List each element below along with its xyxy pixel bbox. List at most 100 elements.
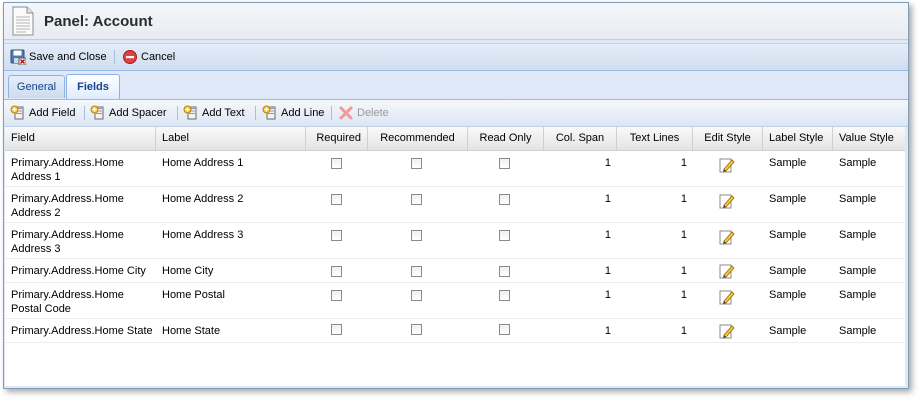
cancel-button[interactable]: Cancel	[122, 49, 175, 65]
required-checkbox[interactable]	[331, 158, 342, 169]
cell-col-span: 1	[604, 325, 611, 337]
add-text-button[interactable]: Add Text	[183, 105, 245, 121]
read-only-checkbox[interactable]	[499, 266, 510, 277]
table-row[interactable]: Primary.Address.Home Postal Code Home Po…	[5, 283, 905, 319]
delete-icon	[339, 106, 353, 120]
add-field-button[interactable]: Add Field	[10, 105, 75, 121]
cell-label-style: Sample	[769, 265, 807, 277]
column-header-required[interactable]: Required	[306, 127, 368, 150]
column-header-col-span[interactable]: Col. Span	[544, 127, 617, 150]
cell-label: Home Address 1	[162, 157, 244, 169]
column-header-text-lines[interactable]: Text Lines	[617, 127, 693, 150]
cell-value-style: Sample	[839, 229, 877, 241]
column-header-edit-style[interactable]: Edit Style	[693, 127, 763, 150]
table-row[interactable]: Primary.Address.Home Address 3 Home Addr…	[5, 223, 905, 259]
document-icon	[12, 6, 34, 36]
cell-label: Home City	[162, 265, 214, 277]
table-row[interactable]: Primary.Address.Home City Home City 1 1 …	[5, 259, 905, 283]
cell-value-style: Sample	[839, 289, 877, 301]
cell-col-span: 1	[604, 265, 611, 277]
cell-field: Primary.Address.Home Address 1	[11, 157, 124, 183]
cell-field: Primary.Address.Home Address 2	[11, 193, 124, 219]
toolbar-divider	[114, 50, 115, 64]
cell-label: Home Address 2	[162, 193, 244, 205]
column-header-value-style[interactable]: Value Style	[833, 127, 905, 150]
read-only-checkbox[interactable]	[499, 230, 510, 241]
pencil-icon[interactable]	[719, 323, 735, 339]
required-checkbox[interactable]	[331, 194, 342, 205]
pencil-icon[interactable]	[719, 229, 735, 245]
cell-label: Home State	[162, 325, 221, 337]
required-checkbox[interactable]	[331, 290, 342, 301]
cell-field: Primary.Address.Home Postal Code	[11, 289, 124, 315]
recommended-checkbox[interactable]	[411, 230, 422, 241]
toolbar-divider	[177, 106, 178, 120]
cell-text-lines: 1	[680, 289, 687, 301]
toolbar-divider	[331, 106, 332, 120]
save-close-label: Save and Close	[29, 51, 107, 63]
panel-header: Panel: Account	[4, 3, 908, 40]
read-only-checkbox[interactable]	[499, 158, 510, 169]
add-line-icon	[262, 105, 276, 120]
cell-label-style: Sample	[769, 229, 807, 241]
cell-text-lines: 1	[680, 157, 687, 169]
pencil-icon[interactable]	[719, 193, 735, 209]
save-close-icon	[10, 49, 26, 65]
delete-button[interactable]: Delete	[338, 105, 389, 121]
required-checkbox[interactable]	[331, 324, 342, 335]
column-header-read-only[interactable]: Read Only	[468, 127, 544, 150]
cell-label-style: Sample	[769, 157, 807, 169]
read-only-checkbox[interactable]	[499, 324, 510, 335]
cell-label: Home Address 3	[162, 229, 244, 241]
cell-text-lines: 1	[680, 229, 687, 241]
cell-label-style: Sample	[769, 325, 807, 337]
column-header-label[interactable]: Label	[156, 127, 306, 150]
cell-col-span: 1	[604, 193, 611, 205]
save-close-button[interactable]: Save and Close	[10, 49, 107, 65]
recommended-checkbox[interactable]	[411, 194, 422, 205]
cell-col-span: 1	[604, 289, 611, 301]
add-field-label: Add Field	[29, 107, 76, 119]
read-only-checkbox[interactable]	[499, 290, 510, 301]
pencil-icon[interactable]	[719, 263, 735, 279]
delete-label: Delete	[357, 107, 389, 119]
column-header-label-style[interactable]: Label Style	[763, 127, 833, 150]
add-text-label: Add Text	[202, 107, 245, 119]
read-only-checkbox[interactable]	[499, 194, 510, 205]
pencil-icon[interactable]	[719, 157, 735, 173]
add-line-button[interactable]: Add Line	[262, 105, 324, 121]
cell-label: Home Postal	[162, 289, 225, 301]
required-checkbox[interactable]	[331, 230, 342, 241]
tab-general[interactable]: General	[8, 75, 65, 98]
cell-value-style: Sample	[839, 157, 877, 169]
cell-col-span: 1	[604, 229, 611, 241]
add-text-icon	[183, 105, 197, 120]
table-row[interactable]: Primary.Address.Home State Home State 1 …	[5, 319, 905, 343]
table-row[interactable]: Primary.Address.Home Address 1 Home Addr…	[5, 151, 905, 187]
column-header-recommended[interactable]: Recommended	[368, 127, 468, 150]
cell-text-lines: 1	[680, 265, 687, 277]
add-line-label: Add Line	[281, 107, 325, 119]
grid-header: Field Label Required Recommended Read On…	[5, 127, 905, 151]
add-spacer-icon	[90, 105, 104, 120]
cancel-label: Cancel	[141, 51, 176, 63]
add-spacer-button[interactable]: Add Spacer	[90, 105, 166, 121]
cancel-icon	[123, 50, 137, 64]
recommended-checkbox[interactable]	[411, 324, 422, 335]
panel-window: Panel: Account Save and Close Cancel Gen…	[3, 2, 909, 389]
recommended-checkbox[interactable]	[411, 158, 422, 169]
table-row[interactable]: Primary.Address.Home Address 2 Home Addr…	[5, 187, 905, 223]
pencil-icon[interactable]	[719, 289, 735, 305]
cell-value-style: Sample	[839, 193, 877, 205]
toolbar-divider	[84, 106, 85, 120]
cell-text-lines: 1	[680, 193, 687, 205]
column-header-field[interactable]: Field	[5, 127, 156, 150]
cell-field: Primary.Address.Home State	[11, 325, 153, 337]
recommended-checkbox[interactable]	[411, 266, 422, 277]
required-checkbox[interactable]	[331, 266, 342, 277]
recommended-checkbox[interactable]	[411, 290, 422, 301]
tab-fields[interactable]: Fields	[66, 74, 120, 99]
cell-value-style: Sample	[839, 325, 877, 337]
cell-col-span: 1	[604, 157, 611, 169]
add-spacer-label: Add Spacer	[109, 107, 167, 119]
